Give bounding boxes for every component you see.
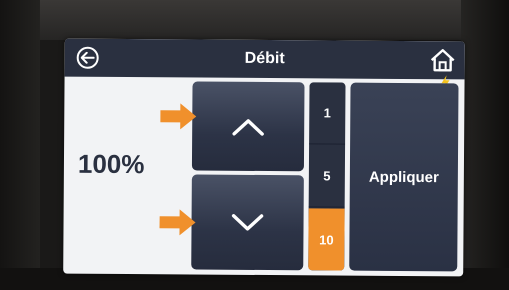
device-bezel-right — [461, 0, 509, 290]
step-option-5[interactable]: 5 — [308, 145, 346, 208]
step-option-10[interactable]: 10 — [308, 208, 345, 271]
home-button[interactable] — [429, 47, 457, 77]
back-arrow-circle-icon — [80, 51, 95, 64]
device-bezel-top — [0, 0, 509, 40]
device-bezel-left — [0, 0, 40, 290]
chevron-up-icon — [232, 118, 264, 136]
touch-screen: Débit 100% 1 5 10 Appliquer — [63, 38, 465, 277]
title-bar: Débit — [64, 38, 465, 80]
step-option-1[interactable]: 1 — [309, 82, 346, 145]
orange-arrow-marker-icon — [160, 103, 197, 130]
page-title: Débit — [244, 49, 285, 68]
decrease-button[interactable] — [191, 174, 304, 271]
orange-arrow-marker-icon — [159, 209, 196, 236]
back-button[interactable] — [76, 46, 99, 69]
step-size-selector: 1 5 10 — [308, 82, 346, 271]
chevron-down-icon — [231, 213, 264, 231]
home-icon — [430, 49, 455, 72]
apply-button[interactable]: Appliquer — [349, 82, 459, 272]
flow-value-display: 100% — [77, 148, 145, 180]
increase-button[interactable] — [191, 81, 305, 172]
